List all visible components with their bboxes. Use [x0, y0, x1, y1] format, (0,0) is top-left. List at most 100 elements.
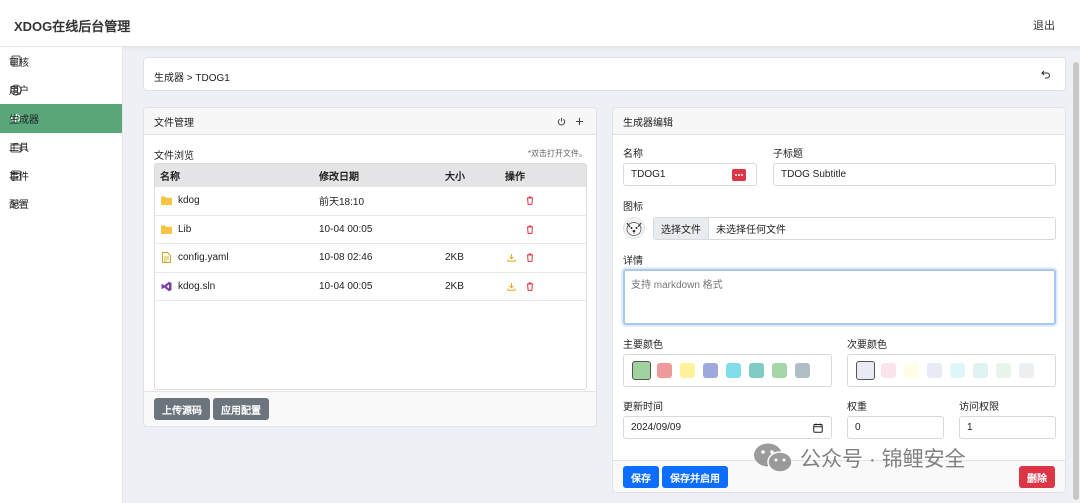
trash-icon[interactable] [524, 195, 536, 207]
secondary-color-swatch[interactable] [927, 363, 942, 378]
primary-color-swatch[interactable] [749, 363, 764, 378]
file-size: 2KB [445, 252, 464, 264]
detail-textarea[interactable]: 支持 markdown 格式 [623, 269, 1056, 325]
secondary-color-swatch[interactable] [856, 361, 875, 380]
text-file-icon [160, 252, 172, 264]
secondary-color-swatch[interactable] [904, 363, 919, 378]
breadcrumb: 生成器 > TDOG1 [154, 73, 230, 84]
access-label: 访问权限 [959, 402, 999, 413]
secondary-color-picker [847, 354, 1056, 387]
sidebar-item-users[interactable]: 用户 [0, 76, 122, 105]
name-value: TDOG1 [631, 169, 666, 180]
file-manager-footer: 上传源码 应用配置 [144, 391, 596, 426]
secondary-color-swatch[interactable] [996, 363, 1011, 378]
primary-color-swatch[interactable] [726, 363, 741, 378]
secondary-color-swatch[interactable] [1019, 363, 1034, 378]
icon-label: 图标 [623, 202, 643, 213]
top-bar: XDOG在线后台管理 退出 [0, 0, 1080, 47]
save-button[interactable]: 保存 [623, 466, 659, 488]
sidebar-item-label: 审核 [9, 57, 29, 69]
primary-color-swatch[interactable] [680, 363, 695, 378]
update-time-label: 更新时间 [623, 402, 663, 413]
file-browse-label: 文件浏览 [154, 151, 194, 162]
file-name: kdog [178, 195, 200, 207]
file-manager-header: 文件管理 [144, 108, 596, 135]
solution-file-icon [160, 280, 172, 292]
sidebar-item-settings[interactable]: 配置 [0, 190, 122, 219]
logout-button[interactable]: 退出 [1033, 17, 1055, 33]
delete-button[interactable]: 删除 [1019, 466, 1055, 488]
folder-icon [160, 223, 172, 235]
folder-icon [160, 195, 172, 207]
file-name: Lib [178, 223, 192, 235]
table-row[interactable]: Lib 10-04 00:05 [155, 216, 586, 244]
access-field[interactable]: 1 [959, 416, 1056, 439]
password-manager-icon[interactable] [732, 169, 746, 181]
column-name: 名称 [160, 172, 180, 183]
trash-icon[interactable] [524, 223, 536, 235]
file-browse-hint: *双击打开文件。 [527, 149, 587, 158]
sidebar: 审核 用户 生成器 工具 事件 配置 [0, 47, 123, 503]
sidebar-item-label: 用户 [9, 86, 29, 98]
icon-file-input[interactable]: 选择文件 未选择任何文件 [653, 217, 1056, 240]
sidebar-item-tools[interactable]: 工具 [0, 133, 122, 162]
plus-icon[interactable] [572, 114, 586, 128]
update-time-field[interactable]: 2024/09/09 [623, 416, 832, 439]
column-date: 修改日期 [319, 172, 359, 183]
subtitle-label: 子标题 [773, 149, 803, 160]
table-row[interactable]: kdog.sln 10-04 00:05 2KB [155, 273, 586, 301]
back-icon[interactable] [1039, 67, 1053, 81]
no-file-text: 未选择任何文件 [716, 225, 786, 236]
update-time-value: 2024/09/09 [631, 422, 682, 433]
secondary-color-swatch[interactable] [950, 363, 965, 378]
download-icon[interactable] [505, 280, 517, 292]
file-name: config.yaml [178, 252, 229, 264]
save-and-enable-button[interactable]: 保存并启用 [662, 466, 728, 488]
choose-file-button[interactable]: 选择文件 [654, 218, 709, 239]
upload-source-button[interactable]: 上传源码 [154, 398, 210, 420]
apply-config-button[interactable]: 应用配置 [213, 398, 269, 420]
file-date: 10-08 02:46 [319, 252, 373, 264]
generator-edit-header: 生成器编辑 [613, 108, 1065, 135]
table-row[interactable]: config.yaml 10-08 02:46 2KB [155, 244, 586, 273]
primary-color-swatch[interactable] [772, 363, 787, 378]
calendar-icon[interactable] [813, 423, 823, 436]
primary-color-label: 主要颜色 [623, 340, 663, 351]
power-icon[interactable] [554, 114, 568, 128]
secondary-color-swatch[interactable] [881, 363, 896, 378]
name-field[interactable]: TDOG1 [623, 163, 757, 186]
secondary-color-swatch[interactable] [973, 363, 988, 378]
generator-edit-panel: 生成器编辑 名称 TDOG1 子标题 TDOG Subtitle 图标 选择文件… [612, 107, 1066, 493]
primary-color-swatch[interactable] [657, 363, 672, 378]
primary-color-picker [623, 354, 832, 387]
detail-placeholder: 支持 markdown 格式 [631, 280, 723, 291]
sidebar-item-label: 生成器 [9, 114, 39, 126]
generator-edit-footer: 保存 保存并启用 删除 [613, 460, 1065, 492]
primary-color-swatch[interactable] [632, 361, 651, 380]
page-scroll-thumb[interactable] [1073, 62, 1079, 500]
file-date: 10-04 00:05 [319, 280, 373, 292]
weight-label: 权重 [847, 402, 867, 413]
detail-label: 详情 [623, 256, 643, 267]
file-manager-title: 文件管理 [154, 117, 194, 129]
trash-icon[interactable] [524, 280, 536, 292]
column-ops: 操作 [505, 172, 525, 183]
weight-value: 0 [855, 422, 861, 433]
sidebar-item-generator[interactable]: 生成器 [0, 104, 122, 133]
trash-icon[interactable] [524, 252, 536, 264]
subtitle-field[interactable]: TDOG Subtitle [773, 163, 1056, 186]
table-row[interactable]: kdog 前天18:10 [155, 187, 586, 216]
primary-color-swatch[interactable] [795, 363, 810, 378]
file-manager-panel: 文件管理 文件浏览 *双击打开文件。 名称 修改日期 大小 操作 kdog 前天… [143, 107, 597, 427]
file-size: 2KB [445, 280, 464, 292]
primary-color-swatch[interactable] [703, 363, 718, 378]
sidebar-item-label: 工具 [9, 143, 29, 155]
breadcrumb-bar: 生成器 > TDOG1 [143, 57, 1066, 91]
download-icon[interactable] [505, 252, 517, 264]
weight-field[interactable]: 0 [847, 416, 944, 439]
sidebar-item-review[interactable]: 审核 [0, 47, 122, 76]
sidebar-item-events[interactable]: 事件 [0, 161, 122, 190]
file-date: 10-04 00:05 [319, 223, 373, 235]
generator-edit-title: 生成器编辑 [623, 117, 673, 129]
access-value: 1 [967, 422, 973, 433]
